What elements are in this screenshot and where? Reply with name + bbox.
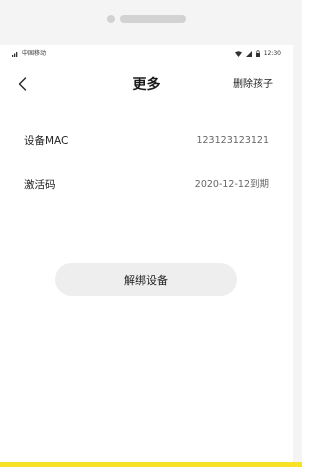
activation-code-value: 2020-12-12到期: [194, 179, 269, 190]
device-mac-row: 设备MAC 123123123121: [24, 131, 269, 151]
cellular-icon: [245, 50, 252, 57]
unbind-device-button[interactable]: 解绑设备: [55, 263, 237, 296]
camera-dot: [107, 15, 115, 23]
app-screen: 中国移动 12:30 更多 删除孩子 设备MAC 123123123121 激活…: [0, 45, 293, 462]
status-bar: 中国移动 12:30: [0, 45, 293, 63]
nav-bar: 更多 删除孩子: [0, 69, 293, 99]
signal-icon: [12, 52, 18, 57]
status-time: 12:30: [263, 49, 281, 57]
status-right-group: 12:30: [234, 49, 281, 58]
delete-child-button[interactable]: 删除孩子: [233, 78, 273, 92]
device-mac-label: 设备MAC: [24, 135, 69, 147]
carrier-label: 中国移动: [22, 50, 47, 57]
speaker-bar: [120, 15, 186, 23]
wifi-icon: [234, 50, 242, 57]
activation-code-row: 激活码 2020-12-12到期: [24, 175, 269, 195]
yellow-bottom-edge: [0, 462, 302, 467]
phone-frame: 中国移动 12:30 更多 删除孩子 设备MAC 123123123121 激活…: [0, 0, 302, 467]
device-mac-value: 123123123121: [196, 135, 269, 146]
phone-top-bezel: [0, 0, 302, 45]
activation-code-label: 激活码: [24, 179, 56, 191]
lock-icon: [255, 50, 260, 57]
